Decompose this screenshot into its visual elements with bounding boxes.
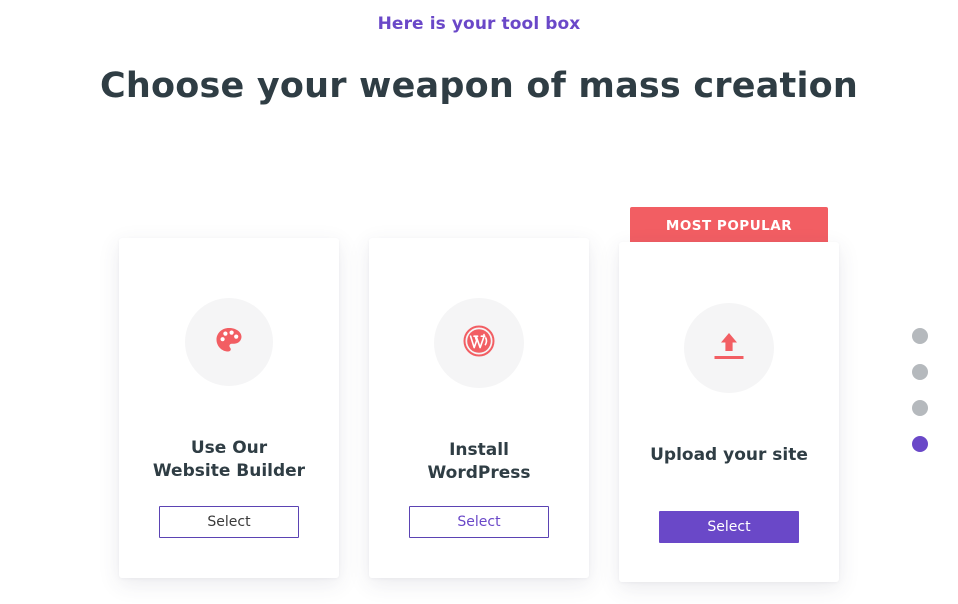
select-upload-button[interactable]: Select	[659, 511, 799, 543]
select-wordpress-button[interactable]: Select	[409, 506, 549, 538]
upload-icon	[713, 330, 745, 366]
option-card-upload: Upload your site Select	[619, 242, 839, 582]
pagination-dots	[912, 328, 928, 472]
card-title-line: WordPress	[427, 463, 531, 483]
select-website-builder-button[interactable]: Select	[159, 506, 299, 538]
page-title: Choose your weapon of mass creation	[99, 66, 858, 106]
wordpress-icon	[463, 325, 495, 361]
option-card-website-builder: Use Our Website Builder Select	[119, 238, 339, 578]
page: Here is your tool box Choose your weapon…	[0, 0, 958, 604]
pagination-dot-active[interactable]	[912, 436, 928, 452]
card-title-line: Install	[449, 440, 509, 460]
card-title-line: Website Builder	[152, 461, 306, 481]
icon-circle	[684, 303, 774, 393]
pagination-dot[interactable]	[912, 328, 928, 344]
pagination-dot[interactable]	[912, 364, 928, 380]
palette-icon	[215, 326, 243, 358]
card-title-line: Upload your site	[650, 445, 808, 465]
eyebrow-text: Here is your tool box	[377, 14, 581, 34]
pagination-dot[interactable]	[912, 400, 928, 416]
card-title-line: Use Our	[190, 438, 268, 458]
icon-circle	[434, 298, 524, 388]
card-title: Upload your site	[619, 444, 839, 467]
most-popular-badge: MOST POPULAR	[630, 207, 828, 243]
option-card-wordpress: Install WordPress Select	[369, 238, 589, 578]
card-title: Use Our Website Builder	[119, 437, 339, 483]
card-title: Install WordPress	[369, 439, 589, 485]
icon-circle	[185, 298, 273, 386]
